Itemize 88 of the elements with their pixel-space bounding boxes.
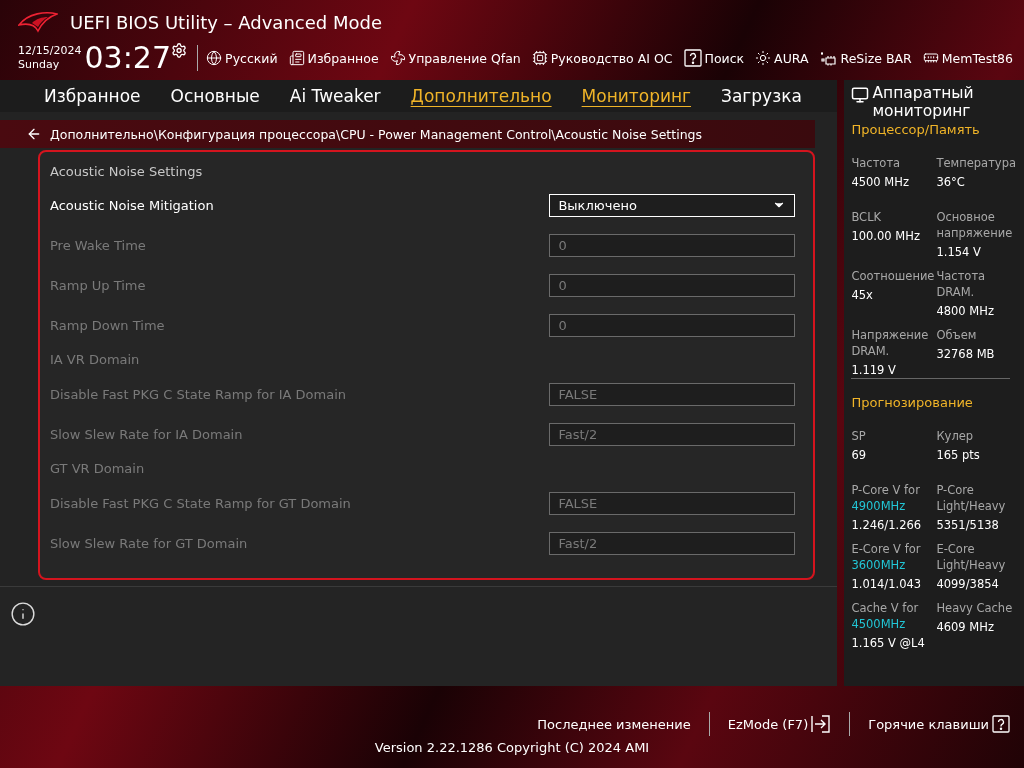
metric-label: Частота xyxy=(851,155,902,171)
metric-value: 36°C xyxy=(936,174,966,190)
setting-label: Disable Fast PKG C State Ramp for IA Domain xyxy=(50,386,346,402)
metric-frequency: 3600MHz xyxy=(851,557,907,573)
section-title: Прогнозирование xyxy=(851,395,974,410)
metric-value: 4099/3854 xyxy=(936,576,1000,592)
metric-label: SP xyxy=(851,428,867,444)
sun-icon xyxy=(755,50,772,66)
footer-button[interactable]: Горячие клавиши xyxy=(868,715,1010,733)
toolbar-button[interactable]: Поиск xyxy=(683,49,745,67)
metric-value: 1.246/1.266 xyxy=(851,517,923,533)
settings-icon[interactable] xyxy=(171,42,188,59)
toolbar-button[interactable]: Русский xyxy=(206,50,278,66)
group-heading: IA VR Domain xyxy=(50,352,140,367)
dropdown-field[interactable]: Выключено xyxy=(549,193,796,217)
toolbar-button[interactable]: ReSize BAR xyxy=(819,50,912,66)
metric-label: E-Core V for xyxy=(851,541,922,557)
metric-value: 1.119 V xyxy=(851,362,897,378)
metric-value: 5351/5138 xyxy=(936,517,1000,533)
toolbar-button[interactable]: Руководство AI OC xyxy=(531,50,673,66)
metric-value: 4609 MHz xyxy=(936,619,995,635)
metric-frequency: 4900MHz xyxy=(851,498,907,514)
day-text: Sunday xyxy=(18,58,61,72)
monitor-title: Аппаратный мониторинг xyxy=(872,84,975,120)
metric-label: Объем xyxy=(936,327,978,343)
group-heading: GT VR Domain xyxy=(50,461,145,476)
footer-button[interactable]: Последнее изменение xyxy=(537,716,691,732)
globe-icon xyxy=(206,50,223,66)
footer-button[interactable]: EzMode (F7) xyxy=(727,714,832,734)
metric-label: Температура xyxy=(936,155,1016,171)
breadcrumb-path: Дополнительно\Конфигурация процессора\CPU - Power Management Control\Acoustic Noise Settings xyxy=(50,126,702,142)
panel-title: Acoustic Noise Settings xyxy=(50,162,204,181)
list-icon xyxy=(288,50,305,66)
setting-label: Pre Wake Time xyxy=(50,237,146,253)
metric-label: P-Core Light/Heavy xyxy=(936,482,1007,514)
setting-label: Disable Fast PKG C State Ramp for GT Domain xyxy=(50,495,351,511)
metric-label: E-Core Light/Heavy xyxy=(936,541,1007,573)
exit-icon xyxy=(811,714,832,734)
toolbar-button[interactable]: Управление Qfan xyxy=(389,50,521,66)
toolbar-button[interactable]: AURA xyxy=(755,50,809,66)
metric-label: Частота DRAM. xyxy=(936,268,987,300)
clock-time: 03:27 xyxy=(84,42,171,74)
date-text: 12/15/2024 xyxy=(18,44,83,58)
version-text: Version 2.22.1286 Copyright (C) 2024 AMI xyxy=(374,740,650,755)
setting-label: Slow Slew Rate for IA Domain xyxy=(50,426,243,442)
help-icon xyxy=(992,715,1010,733)
metric-label: P-Core V for xyxy=(851,482,921,498)
chip-icon xyxy=(531,50,548,66)
metric-value: 69 xyxy=(851,447,868,463)
metric-label: Основное напряжение xyxy=(936,209,1014,241)
info-icon xyxy=(10,601,36,627)
metric-value: 45x xyxy=(851,287,874,303)
metric-label: Кулер xyxy=(936,428,975,444)
toolbar-button[interactable]: Избранное xyxy=(288,50,379,66)
setting-label: Acoustic Noise Mitigation xyxy=(50,197,214,213)
chip-icon xyxy=(819,50,838,66)
section-title: Процессор/Память xyxy=(851,122,981,137)
metric-label: Cache V for xyxy=(851,600,920,616)
fan-icon xyxy=(389,50,406,66)
toolbar-button[interactable]: MemTest86 xyxy=(922,50,1013,66)
nav-tab[interactable]: Основные xyxy=(170,86,260,106)
setting-label: Ramp Down Time xyxy=(50,317,165,333)
back-arrow-icon[interactable] xyxy=(26,126,42,142)
metric-value: 1.014/1.043 xyxy=(851,576,923,592)
metric-label: BCLK xyxy=(851,209,883,225)
metric-value: 4500 MHz xyxy=(851,174,910,190)
nav-tab[interactable]: Мониторинг xyxy=(581,86,692,106)
metric-value: 1.165 V @L4 xyxy=(851,635,926,651)
nav-tab[interactable]: Ai Tweaker xyxy=(289,86,381,106)
metric-value: 165 pts xyxy=(936,447,981,463)
metric-value: 32768 MB xyxy=(936,346,996,362)
window-title: UEFI BIOS Utility – Advanced Mode xyxy=(70,11,382,33)
metric-value: 1.154 V xyxy=(936,244,982,260)
setting-label: Ramp Up Time xyxy=(50,277,146,293)
metric-frequency: 4500MHz xyxy=(851,616,907,632)
metric-label: Соотношение xyxy=(851,268,936,284)
nav-tab[interactable]: Избранное xyxy=(44,86,141,106)
metric-label: Напряжение DRAM. xyxy=(851,327,930,359)
search-icon xyxy=(683,49,702,67)
setting-label: Slow Slew Rate for GT Domain xyxy=(50,535,248,551)
logo-icon xyxy=(18,11,58,33)
metric-value: 100.00 MHz xyxy=(851,228,921,244)
metric-label: Heavy Cache xyxy=(936,600,1014,616)
nav-tab[interactable]: Дополнительно xyxy=(410,86,552,106)
nav-tab[interactable]: Загрузка xyxy=(721,86,802,106)
memory-icon xyxy=(922,50,939,66)
metric-value: 4800 MHz xyxy=(936,303,995,319)
monitor-icon xyxy=(851,86,870,104)
